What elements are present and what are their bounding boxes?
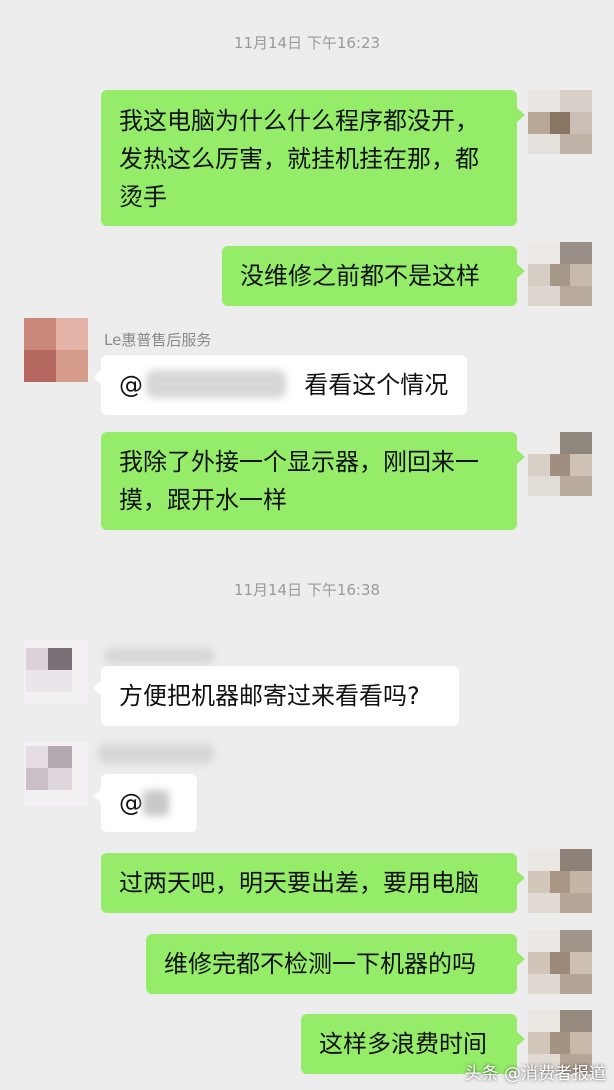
message-bubble-self[interactable]: 维修完都不检测一下机器的吗 (146, 934, 525, 994)
message-bubble-self[interactable]: 我这电脑为什么什么程序都没开， 发热这么厉害，就挂机挂在那，都 烫手 (101, 90, 525, 226)
message-bubble-self[interactable]: 过两天吧，明天要出差，要用电脑 (101, 853, 525, 913)
redacted-sender-name (104, 648, 214, 664)
message-text: 没维修之前都不是这样 (240, 262, 480, 290)
timestamp: 11月14日 下午16:23 (233, 34, 381, 52)
self-avatar[interactable] (528, 849, 592, 913)
timestamp: 11月14日 下午16:38 (233, 581, 381, 599)
message-text: 看看这个情况 (304, 371, 449, 399)
self-avatar[interactable] (528, 90, 592, 154)
contact-avatar[interactable] (24, 640, 88, 704)
message-bubble-self[interactable]: 没维修之前都不是这样 (222, 246, 525, 306)
redacted-sender-name (98, 744, 214, 764)
contact-avatar[interactable] (24, 742, 88, 806)
message-text: 这样多浪费时间 (319, 1030, 487, 1058)
self-avatar[interactable] (528, 432, 592, 496)
message-text: 过两天吧，明天要出差，要用电脑 (119, 869, 479, 897)
message-text: 维修完都不检测一下机器的吗 (164, 950, 476, 978)
self-avatar[interactable] (528, 242, 592, 306)
message-text: 发热这么厉害，就挂机挂在那，都 (119, 145, 479, 173)
self-avatar[interactable] (528, 930, 592, 994)
message-text: 方便把机器邮寄过来看看吗? (119, 682, 420, 710)
sender-name: Le惠普售后服务 (104, 331, 212, 349)
mention[interactable]: @ (119, 371, 143, 399)
contact-avatar[interactable] (24, 318, 88, 382)
message-text: 烫手 (119, 183, 167, 211)
message-text: 我除了外接一个显示器，刚回来一 (119, 448, 479, 476)
message-bubble-other[interactable]: 方便把机器邮寄过来看看吗? (93, 666, 459, 726)
message-text: 我这电脑为什么什么程序都没开， (119, 107, 479, 135)
message-text: 摸，跟开水一样 (119, 486, 287, 514)
message-bubble-self[interactable]: 我除了外接一个显示器，刚回来一 摸，跟开水一样 (101, 432, 525, 530)
watermark: 头条 @消费者报道 (464, 1064, 606, 1084)
redaction-blur (146, 370, 286, 398)
redaction-blur (143, 790, 169, 816)
mention[interactable]: @ (119, 789, 143, 817)
